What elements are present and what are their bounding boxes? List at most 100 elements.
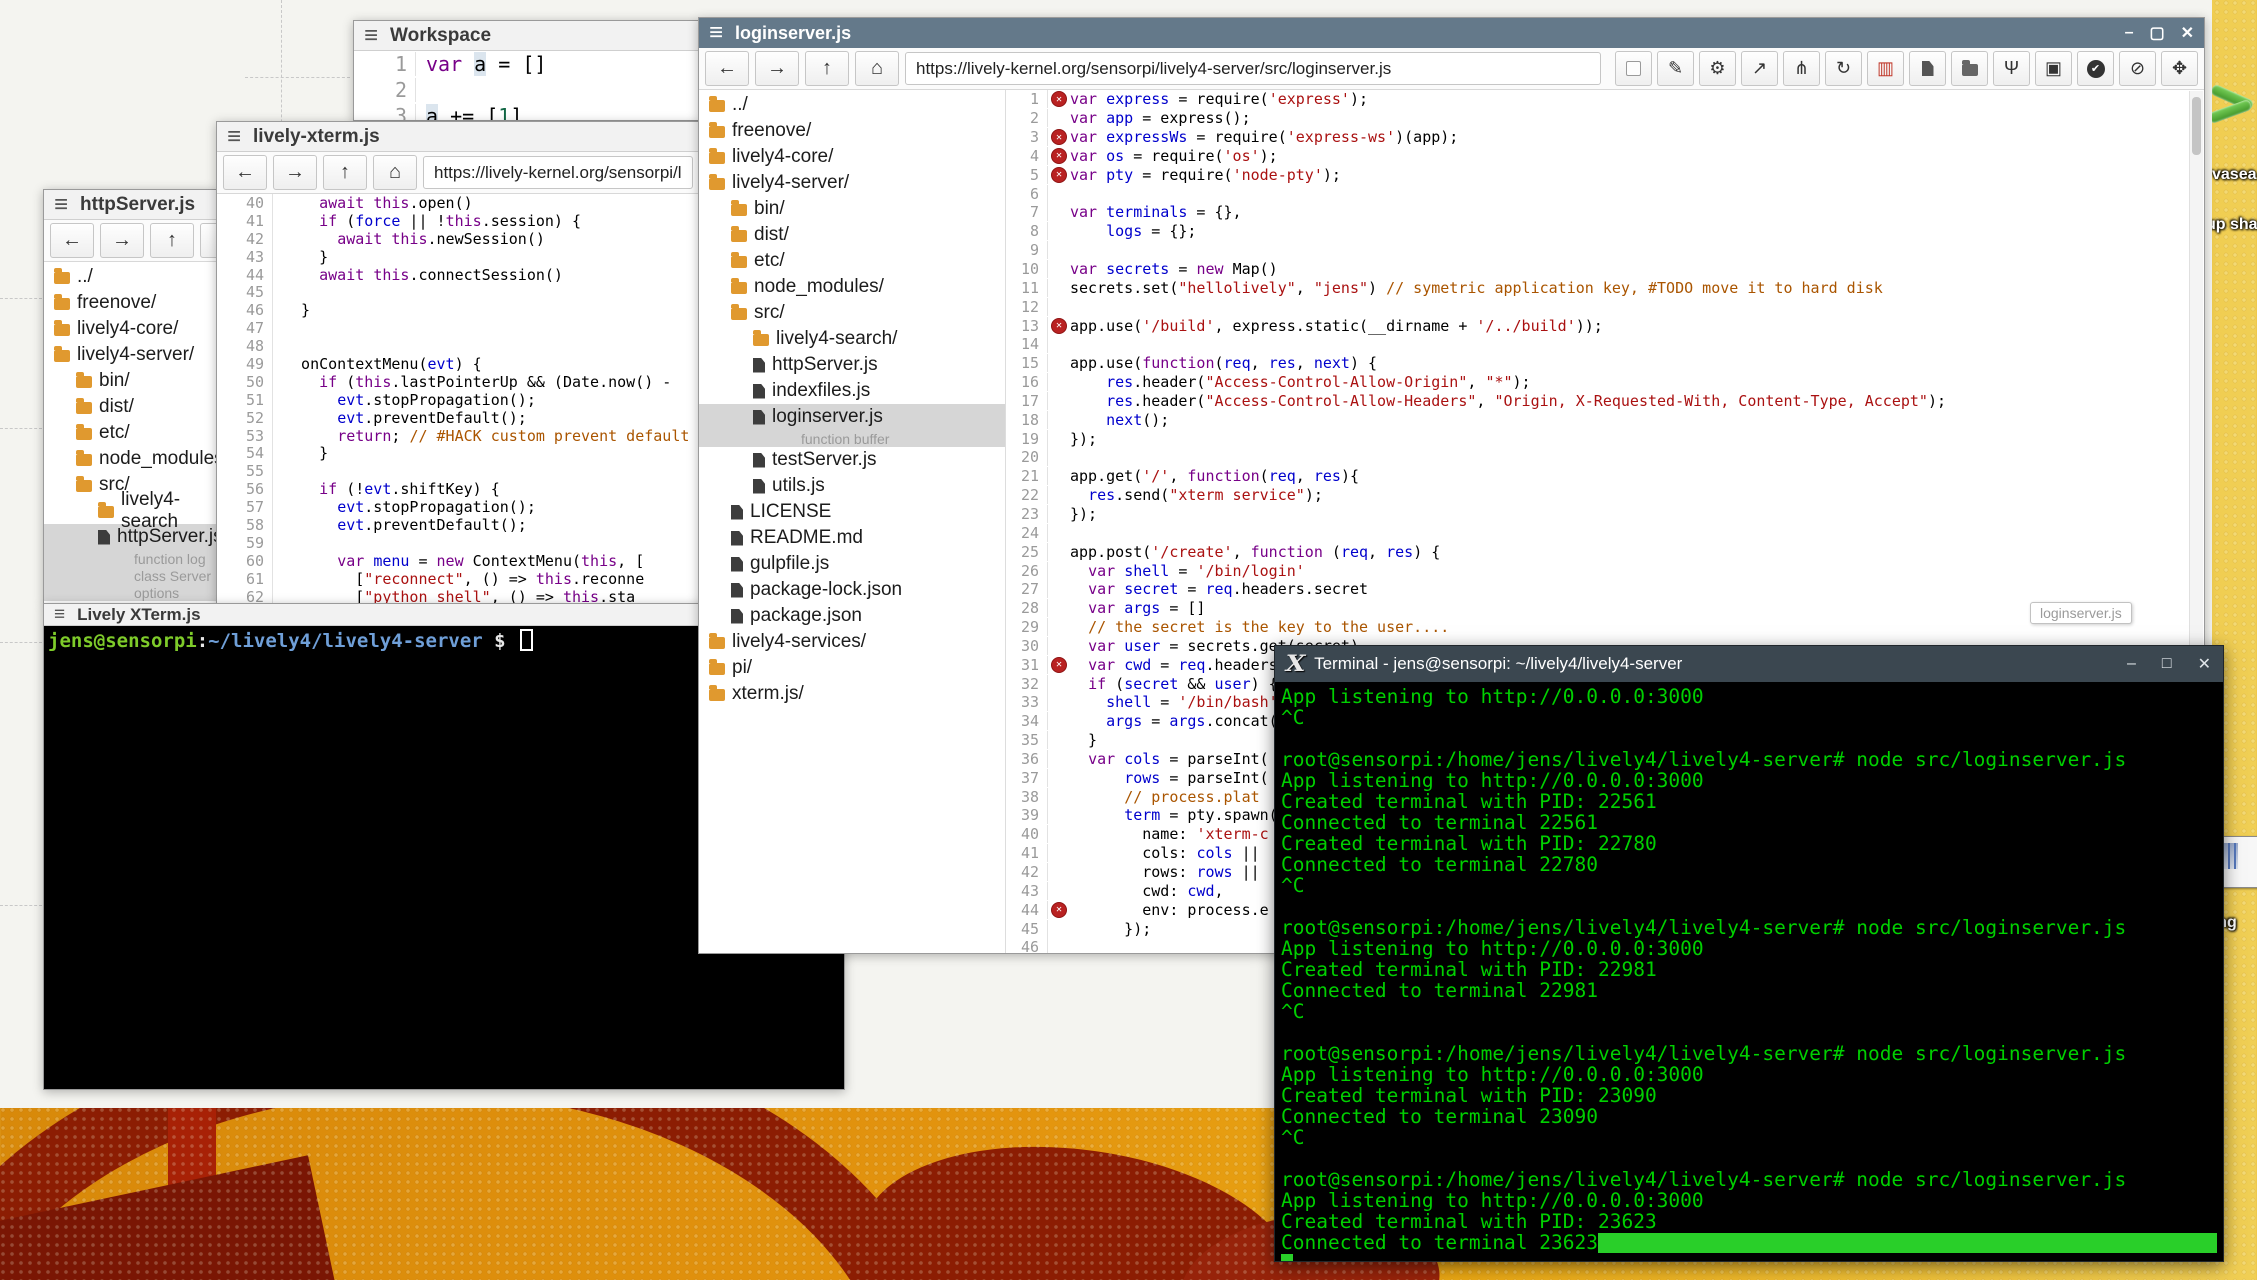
tree-item-sublabel[interactable]: function buffer bbox=[699, 430, 1005, 447]
forward-button[interactable]: → bbox=[100, 223, 144, 258]
trash-button[interactable]: ▥ bbox=[1867, 51, 1904, 86]
menu-icon[interactable]: ≡ bbox=[709, 21, 723, 45]
up-button[interactable]: ↑ bbox=[323, 155, 367, 190]
up-button[interactable]: ↑ bbox=[150, 223, 194, 258]
fork-button[interactable]: Ψ bbox=[1993, 51, 2030, 86]
tree-item-freenove[interactable]: freenove/ bbox=[44, 290, 217, 316]
line-number: 25 bbox=[1006, 543, 1048, 561]
tree-item-node-modules[interactable]: node_modules/ bbox=[44, 446, 217, 472]
tree-item-README-md[interactable]: README.md bbox=[699, 525, 1005, 551]
home-button[interactable]: ⌂ bbox=[855, 51, 899, 86]
tree-item-node-modules[interactable]: node_modules/ bbox=[699, 274, 1005, 300]
lively-xterm-code-editor[interactable]: 40 await this.open()41 if (force || !thi… bbox=[217, 194, 699, 605]
back-button[interactable]: ← bbox=[50, 223, 94, 258]
tree-item-testServer-js[interactable]: testServer.js bbox=[699, 447, 1005, 473]
tree-item-lively4-core[interactable]: lively4-core/ bbox=[44, 316, 217, 342]
refresh-button[interactable]: ↻ bbox=[1825, 51, 1862, 86]
checkbox-button[interactable] bbox=[1615, 51, 1652, 86]
tree-item-etc[interactable]: etc/ bbox=[44, 420, 217, 446]
minimize-icon[interactable]: – bbox=[2127, 655, 2136, 673]
tree-item-LICENSE[interactable]: LICENSE bbox=[699, 499, 1005, 525]
forward-button[interactable]: → bbox=[755, 51, 799, 86]
tree-item-freenove[interactable]: freenove/ bbox=[699, 118, 1005, 144]
up-button[interactable]: ↑ bbox=[805, 51, 849, 86]
tree-item-dist[interactable]: dist/ bbox=[44, 394, 217, 420]
tree-item-label: bin/ bbox=[99, 370, 130, 392]
tree-item-indexfiles-js[interactable]: indexfiles.js bbox=[699, 378, 1005, 404]
menu-icon[interactable]: ≡ bbox=[54, 193, 68, 217]
scrollbar-thumb[interactable] bbox=[2192, 97, 2201, 155]
brush-button[interactable]: ✎ bbox=[1657, 51, 1694, 86]
tree-item-bin[interactable]: bin/ bbox=[44, 368, 217, 394]
lively-xterm-titlebar[interactable]: ≡ lively-xterm.js bbox=[217, 122, 699, 152]
loginserver-titlebar[interactable]: ≡ loginserver.js – ▢ ✕ bbox=[699, 18, 2204, 48]
code-text: var app = express(); bbox=[1070, 109, 1251, 127]
forward-button[interactable]: → bbox=[273, 155, 317, 190]
tree-item-sublabel[interactable]: function log bbox=[44, 550, 217, 567]
save-button[interactable]: ▣ bbox=[2035, 51, 2072, 86]
folder-icon bbox=[709, 126, 725, 138]
new-file-button[interactable] bbox=[1909, 51, 1946, 86]
tree-item-[interactable]: ../ bbox=[699, 92, 1005, 118]
httpserver-titlebar[interactable]: ≡ httpServer.js bbox=[44, 190, 217, 220]
tree-item-httpServer-js[interactable]: httpServer.js bbox=[44, 524, 217, 550]
maximize-icon[interactable]: □ bbox=[2162, 655, 2172, 673]
terminal-line: App listening to http://0.0.0.0:3000 bbox=[1281, 1190, 2217, 1211]
line-number: 17 bbox=[1006, 392, 1048, 410]
menu-icon[interactable]: ≡ bbox=[227, 125, 241, 149]
tree-item-lively4-services[interactable]: lively4-services/ bbox=[699, 629, 1005, 655]
tree-item-gulpfile-js[interactable]: gulpfile.js bbox=[699, 551, 1005, 577]
tree-item-xterm-js[interactable]: xterm.js/ bbox=[699, 681, 1005, 707]
tree-item-pi[interactable]: pi/ bbox=[699, 655, 1005, 681]
accept-button[interactable]: ✔ bbox=[2077, 51, 2114, 86]
menu-icon[interactable]: ≡ bbox=[364, 24, 378, 48]
tree-item-lively4-search[interactable]: lively4-search/ bbox=[699, 326, 1005, 352]
close-icon[interactable]: ✕ bbox=[2198, 654, 2211, 674]
terminal-line-text: App listening to http://0.0.0.0:3000 bbox=[1281, 685, 1704, 708]
minimize-icon[interactable]: – bbox=[2125, 24, 2134, 42]
tree-item-package-json[interactable]: package.json bbox=[699, 603, 1005, 629]
home-button[interactable]: ⌂ bbox=[200, 223, 217, 258]
close-icon[interactable]: ✕ bbox=[2181, 23, 2194, 43]
code-line: 61 ["reconnect", () => this.reconne bbox=[217, 570, 699, 588]
sitemap-button[interactable]: ⋔ bbox=[1783, 51, 1820, 86]
tree-item-[interactable]: ../ bbox=[44, 264, 217, 290]
desktop-icon-pipes[interactable] bbox=[2208, 84, 2257, 130]
tree-item-label: package.json bbox=[750, 605, 862, 627]
tree-item-label: dist/ bbox=[99, 396, 134, 418]
home-button[interactable]: ⌂ bbox=[373, 155, 417, 190]
url-input[interactable] bbox=[423, 156, 693, 189]
tree-item-dist[interactable]: dist/ bbox=[699, 222, 1005, 248]
tree-item-src[interactable]: src/ bbox=[699, 300, 1005, 326]
tree-item-lively4-search[interactable]: lively4-search bbox=[44, 498, 217, 524]
tree-item-lively4-server[interactable]: lively4-server/ bbox=[699, 170, 1005, 196]
folder-button[interactable] bbox=[1951, 51, 1988, 86]
back-button[interactable]: ← bbox=[223, 155, 267, 190]
terminal-line-text: root@sensorpi:/home/jens/lively4/lively4… bbox=[1281, 1168, 2126, 1191]
gears-button[interactable]: ⚙ bbox=[1699, 51, 1736, 86]
tree-item-sublabel[interactable]: class Server bbox=[44, 567, 217, 584]
workspace-titlebar[interactable]: ≡ Workspace bbox=[354, 21, 698, 51]
tree-item-lively4-server[interactable]: lively4-server/ bbox=[44, 342, 217, 368]
terminal-titlebar[interactable]: X Terminal - jens@sensorpi: ~/lively4/li… bbox=[1275, 646, 2223, 682]
expand-button[interactable]: ✥ bbox=[2161, 51, 2198, 86]
cancel-button[interactable]: ⊘ bbox=[2119, 51, 2156, 86]
url-input[interactable] bbox=[905, 52, 1601, 85]
desktop-icon-label[interactable]: vasea bbox=[2212, 166, 2257, 184]
tree-item-httpServer-js[interactable]: httpServer.js bbox=[699, 352, 1005, 378]
tree-item-etc[interactable]: etc/ bbox=[699, 248, 1005, 274]
open-external-button[interactable]: ↗ bbox=[1741, 51, 1778, 86]
workspace-editor[interactable]: 1var a = []23a += [1] bbox=[354, 51, 698, 121]
back-button[interactable]: ← bbox=[705, 51, 749, 86]
menu-icon[interactable]: ≡ bbox=[54, 605, 65, 624]
tree-item-lively4-core[interactable]: lively4-core/ bbox=[699, 144, 1005, 170]
desktop-icon-label[interactable]: up shar bbox=[2206, 216, 2257, 234]
tree-item-sublabel[interactable]: options bbox=[44, 584, 217, 601]
tree-item-bin[interactable]: bin/ bbox=[699, 196, 1005, 222]
maximize-icon[interactable]: ▢ bbox=[2149, 23, 2164, 43]
tree-item-utils-js[interactable]: utils.js bbox=[699, 473, 1005, 499]
terminal-line: ^C bbox=[1281, 707, 2217, 728]
terminal-screen[interactable]: App listening to http://0.0.0.0:3000^Cro… bbox=[1275, 682, 2223, 1261]
tree-item-loginserver-js[interactable]: loginserver.js bbox=[699, 404, 1005, 430]
tree-item-package-lock-json[interactable]: package-lock.json bbox=[699, 577, 1005, 603]
